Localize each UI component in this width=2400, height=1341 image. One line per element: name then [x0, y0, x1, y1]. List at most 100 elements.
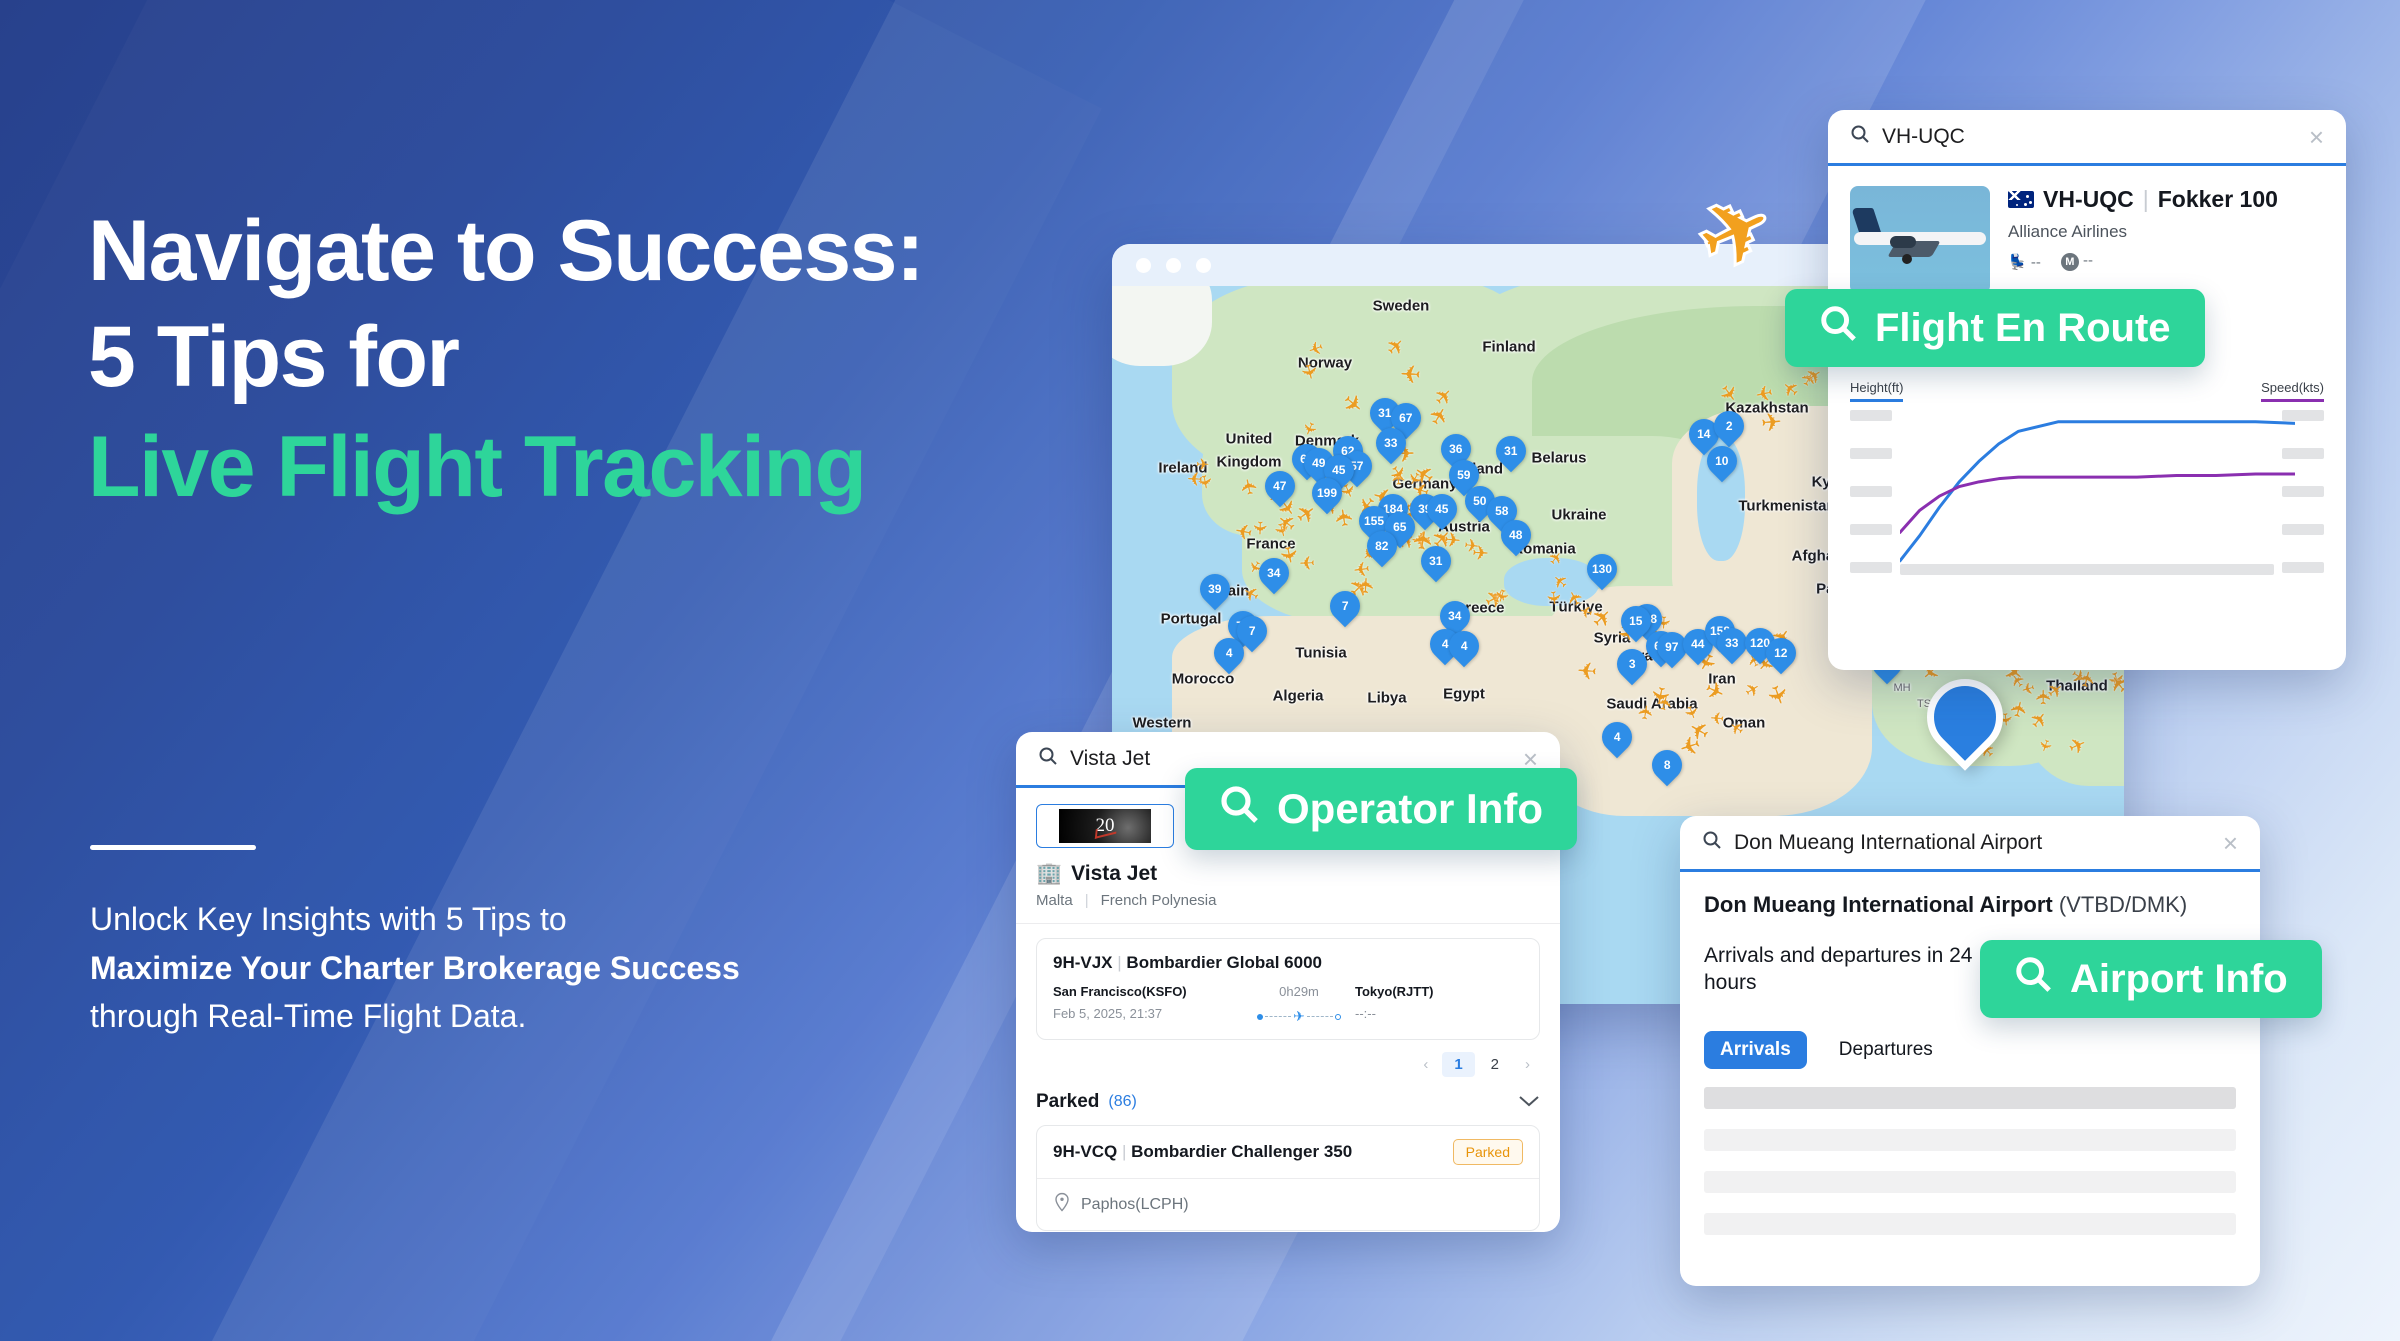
aircraft-marker-icon[interactable]: ✈ [1233, 517, 1255, 543]
aircraft-marker-icon[interactable]: ✈ [1329, 506, 1358, 529]
seat-metric: 💺 -- [2008, 253, 2041, 271]
chart-series-line [1900, 422, 2295, 561]
aircraft-marker-icon[interactable]: ✈ [1760, 408, 1783, 438]
flight-search-input[interactable]: VH-UQC [1882, 125, 2297, 149]
map-cluster-count: 34 [1267, 566, 1281, 581]
chart-plot-area [1900, 406, 2295, 564]
airport-tabs[interactable]: Arrivals Departures [1704, 1030, 2236, 1069]
operator-flight-title: 9H-VJX | Bombardier Global 6000 [1053, 953, 1523, 973]
operator-name: Vista Jet [1071, 862, 1158, 885]
track-line-right [1306, 1016, 1333, 1017]
aircraft-marker-icon[interactable]: ✈ [1354, 576, 1378, 595]
aircraft-marker-icon[interactable]: ✈ [1187, 467, 1204, 489]
track-line-left [1265, 1016, 1292, 1017]
origin-airport: San Francisco(KSFO) [1053, 984, 1187, 999]
map-cluster-count: 48 [1509, 528, 1523, 543]
operator-flight-card[interactable]: 9H-VJX | Bombardier Global 6000 San Fran… [1036, 938, 1540, 1040]
flight-title: VH-UQC | Fokker 100 [2008, 186, 2324, 213]
map-cluster-count: 7 [1341, 599, 1349, 613]
aircraft-engine [1890, 236, 1916, 248]
seat-value: -- [2030, 253, 2041, 271]
close-icon[interactable]: × [2223, 830, 2238, 856]
chart-right-axis-label: Speed(kts) [2261, 380, 2324, 402]
tab-arrivals[interactable]: Arrivals [1704, 1030, 1807, 1069]
title-separator: | [1121, 1142, 1127, 1161]
search-icon [2014, 955, 2052, 1003]
parked-section-header[interactable]: Parked (86) [1036, 1091, 1540, 1113]
parked-aircraft-card[interactable]: 9H-VCQ | Bombardier Challenger 350 Parke… [1036, 1125, 1540, 1231]
page-title-line-2: 5 Tips for [88, 309, 460, 406]
operator-location-row: Malta | French Polynesia [1036, 892, 1540, 909]
aircraft-marker-icon[interactable]: ✈ [2033, 688, 2055, 705]
parked-count: (86) [1108, 1093, 1137, 1110]
aircraft-marker-icon[interactable]: ✈ [1752, 379, 1774, 405]
search-icon [1702, 830, 1722, 855]
destination-time: --:-- [1355, 1006, 1376, 1021]
close-icon[interactable]: × [2309, 124, 2324, 150]
aircraft-marker-icon[interactable]: ✈ [1646, 683, 1675, 707]
map-country-label: Portugal [1160, 610, 1222, 628]
operator-search-input[interactable]: Vista Jet [1070, 747, 1511, 771]
airport-flight-row-placeholder [1704, 1086, 2236, 1109]
flight-aircraft-type: Fokker 100 [2157, 186, 2278, 212]
operator-panel-body: 20 🏢 Vista Jet Malta | French Polynesia … [1016, 788, 1560, 1232]
map-cluster-count: 58 [1495, 504, 1509, 519]
flight-search-bar[interactable]: VH-UQC × [1828, 110, 2346, 166]
aircraft-marker-icon[interactable]: ✈ [1400, 358, 1422, 387]
map-country-label: Ukraine [1551, 506, 1607, 524]
tab-departures[interactable]: Departures [1823, 1031, 1949, 1069]
title-separator: | [2142, 186, 2149, 212]
airport-search-input[interactable]: Don Mueang International Airport [1734, 831, 2211, 855]
parked-label: Parked [1036, 1091, 1100, 1112]
location-pin-icon [1053, 1192, 1071, 1217]
operator-region: French Polynesia [1100, 892, 1217, 909]
window-dot-minimize[interactable] [1166, 257, 1181, 273]
aircraft-marker-icon[interactable]: ✈ [1576, 655, 1598, 683]
pagination-page-1[interactable]: 1 [1442, 1052, 1475, 1077]
pagination-prev[interactable]: ‹ [1413, 1052, 1438, 1077]
window-dot-maximize[interactable] [1196, 257, 1211, 273]
flight-progress-track: ✈ [1243, 1008, 1355, 1025]
aircraft-marker-icon[interactable]: ✈ [1635, 703, 1658, 722]
page-title: Navigate to Success: 5 Tips for Live Fli… [88, 205, 1088, 513]
airport-name: Don Mueang International Airport [1704, 892, 2053, 917]
map-cluster-count: 67 [1399, 411, 1413, 426]
chart-tick-placeholder [1850, 486, 1892, 497]
origin-column: San Francisco(KSFO) Feb 5, 2025, 21:37 [1053, 984, 1243, 1021]
map-cluster-count: 4 [1441, 637, 1449, 651]
parked-aircraft-title: 9H-VCQ | Bombardier Challenger 350 [1053, 1142, 1352, 1162]
status-badge: Parked [1452, 1139, 1523, 1165]
chart-tick-placeholder [1850, 524, 1892, 535]
map-cluster-count: 34 [1448, 609, 1462, 624]
operator-country: Malta [1036, 892, 1073, 909]
map-cluster-count: 4 [1460, 639, 1468, 653]
destination-airport: Tokyo(RJTT) [1355, 984, 1434, 999]
map-cluster-count: 39 [1208, 582, 1222, 597]
callout-flight-label: Flight En Route [1875, 305, 2171, 350]
window-dot-close[interactable] [1136, 257, 1151, 273]
map-country-label: Finland [1482, 338, 1536, 356]
airport-search-bar[interactable]: Don Mueang International Airport × [1680, 816, 2260, 872]
track-plane-icon: ✈ [1293, 1008, 1305, 1024]
map-cluster-count: 45 [1435, 502, 1449, 517]
map-cluster-count: 33 [1725, 636, 1739, 651]
location-separator: | [1084, 892, 1089, 909]
pagination-next[interactable]: › [1515, 1052, 1540, 1077]
pagination[interactable]: ‹ 1 2 › [1036, 1052, 1540, 1077]
subtitle-line-3: through Real-Time Flight Data. [90, 998, 527, 1035]
chart-xaxis-placeholder [1900, 564, 2274, 575]
search-icon [1038, 746, 1058, 771]
airport-panel-body: Don Mueang International Airport (VTBD/D… [1680, 872, 2260, 1275]
mtow-icon: M [2060, 253, 2079, 271]
pagination-page-2[interactable]: 2 [1479, 1052, 1511, 1077]
aircraft-marker-icon[interactable]: ✈ [1298, 551, 1315, 573]
aircraft-marker-icon[interactable]: ✈ [1471, 542, 1489, 565]
map-cluster-count: 8 [1663, 758, 1671, 772]
page-title-line-1: Navigate to Success: [88, 203, 925, 299]
airport-flight-row-placeholder [1704, 1128, 2236, 1151]
map-country-label: United [1225, 430, 1273, 448]
map-country-label: Kingdom [1216, 453, 1282, 471]
parked-card-header: 9H-VCQ | Bombardier Challenger 350 Parke… [1037, 1126, 1539, 1178]
chevron-down-icon[interactable] [1518, 1092, 1540, 1113]
subtitle-line-1: Unlock Key Insights with 5 Tips to [90, 901, 567, 937]
